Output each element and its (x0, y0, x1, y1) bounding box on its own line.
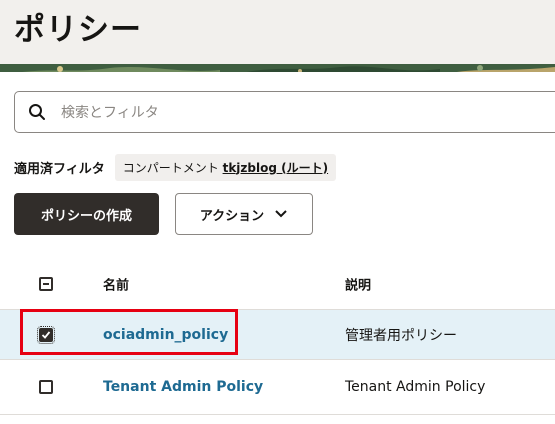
chevron-down-icon (275, 210, 287, 218)
search-input[interactable] (59, 92, 543, 134)
policy-name-link[interactable]: Tenant Admin Policy (103, 379, 263, 395)
applied-filters-label: 適用済フィルタ (14, 161, 105, 177)
actions-label: アクション (199, 208, 265, 224)
column-header-name[interactable]: 名前 (103, 275, 129, 294)
row-checkbox[interactable] (39, 380, 53, 394)
policy-description: Tenant Admin Policy (345, 379, 486, 395)
compartment-link[interactable]: tkjzblog (ルート) (223, 161, 329, 175)
actions-button[interactable]: アクション (175, 193, 313, 235)
compartment-filter-chip[interactable]: コンパートメント tkjzblog (ルート) (114, 153, 337, 181)
main-content: 適用済フィルタ コンパートメント tkjzblog (ルート) ポリシーの作成 … (0, 76, 555, 424)
page-title: ポリシー (14, 12, 142, 48)
decorative-banner (0, 64, 555, 72)
search-box[interactable] (14, 91, 555, 134)
search-icon (29, 104, 45, 120)
column-header-description[interactable]: 説明 (345, 275, 371, 294)
table-header: 名前 説明 (0, 259, 555, 309)
applied-filters: 適用済フィルタ コンパートメント tkjzblog (ルート) (14, 153, 337, 181)
policy-description: 管理者用ポリシー (345, 328, 457, 344)
create-policy-button[interactable]: ポリシーの作成 (14, 193, 159, 235)
select-all-checkbox[interactable] (39, 277, 53, 291)
highlight-annotation (20, 309, 238, 355)
chip-prefix: コンパートメント (122, 160, 223, 175)
page-header: ポリシー (0, 0, 555, 72)
table-row[interactable]: Tenant Admin Policy Tenant Admin Policy (0, 359, 555, 415)
